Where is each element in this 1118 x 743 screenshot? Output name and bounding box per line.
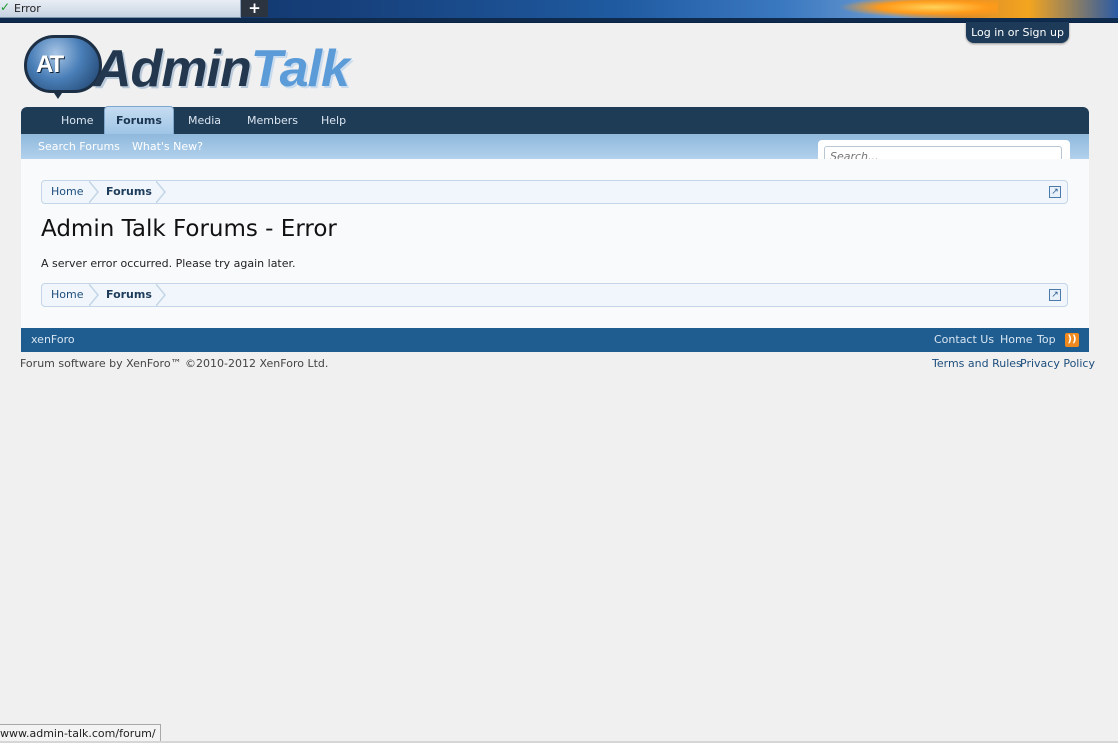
footer-brand-link[interactable]: xenForo (31, 328, 75, 352)
tab-members[interactable]: Members (247, 107, 298, 134)
breadcrumb-forums[interactable]: Forums (106, 284, 152, 306)
browser-tab-title: Error (14, 2, 41, 15)
logo-mark: AT (36, 51, 64, 78)
browser-tab[interactable]: ✓ Error (0, 0, 241, 18)
subnav-search-forums[interactable]: Search Forums (38, 134, 120, 159)
breadcrumb: Home Forums ↗ (41, 180, 1068, 204)
breadcrumb-home[interactable]: Home (51, 284, 83, 306)
error-message: A server error occurred. Please try agai… (41, 257, 296, 270)
tab-media[interactable]: Media (188, 107, 221, 134)
copyright-text: Forum software by XenForo™ ©2010-2012 Xe… (20, 357, 329, 370)
breadcrumb-separator (88, 283, 99, 307)
tab-underline (0, 18, 1118, 22)
new-tab-button[interactable]: + (241, 0, 268, 17)
browser-theme-flare (838, 0, 998, 18)
jump-icon[interactable]: ↗ (1049, 289, 1061, 301)
logo-wordmark: AdminTalk (94, 39, 350, 99)
check-icon: ✓ (0, 0, 11, 14)
breadcrumb-forums[interactable]: Forums (106, 181, 152, 203)
privacy-link[interactable]: Privacy Policy (1020, 357, 1095, 370)
jump-icon[interactable]: ↗ (1049, 186, 1061, 198)
page-title: Admin Talk Forums - Error (41, 216, 337, 242)
site-logo[interactable]: AT AdminTalk (24, 35, 386, 99)
breadcrumb-separator (88, 180, 99, 204)
breadcrumb-home[interactable]: Home (51, 181, 83, 203)
tab-home[interactable]: Home (61, 107, 93, 134)
subnav-whats-new[interactable]: What's New? (132, 134, 203, 159)
footer-link-home[interactable]: Home (1000, 328, 1032, 352)
rss-icon[interactable]: )) (1065, 333, 1079, 347)
breadcrumb-separator (155, 180, 166, 204)
plus-icon: + (248, 0, 261, 17)
footer-link-top[interactable]: Top (1037, 328, 1056, 352)
breadcrumb-bottom: Home Forums ↗ (41, 283, 1068, 307)
breadcrumb-separator (155, 283, 166, 307)
login-signup-link[interactable]: Log in or Sign up (966, 22, 1069, 43)
footer-bar: xenForo Contact Us Home Top )) (21, 328, 1089, 352)
main-navigation: Home Forums Media Members Help (21, 106, 1089, 135)
logo-word-admin: Admin (94, 40, 252, 98)
tab-forums[interactable]: Forums (104, 106, 174, 135)
tab-help[interactable]: Help (321, 107, 346, 134)
logo-word-talk: Talk (250, 40, 350, 98)
logo-bubble-icon: AT (24, 35, 102, 93)
terms-link[interactable]: Terms and Rules (932, 357, 1022, 370)
footer-link-contact[interactable]: Contact Us (934, 328, 994, 352)
